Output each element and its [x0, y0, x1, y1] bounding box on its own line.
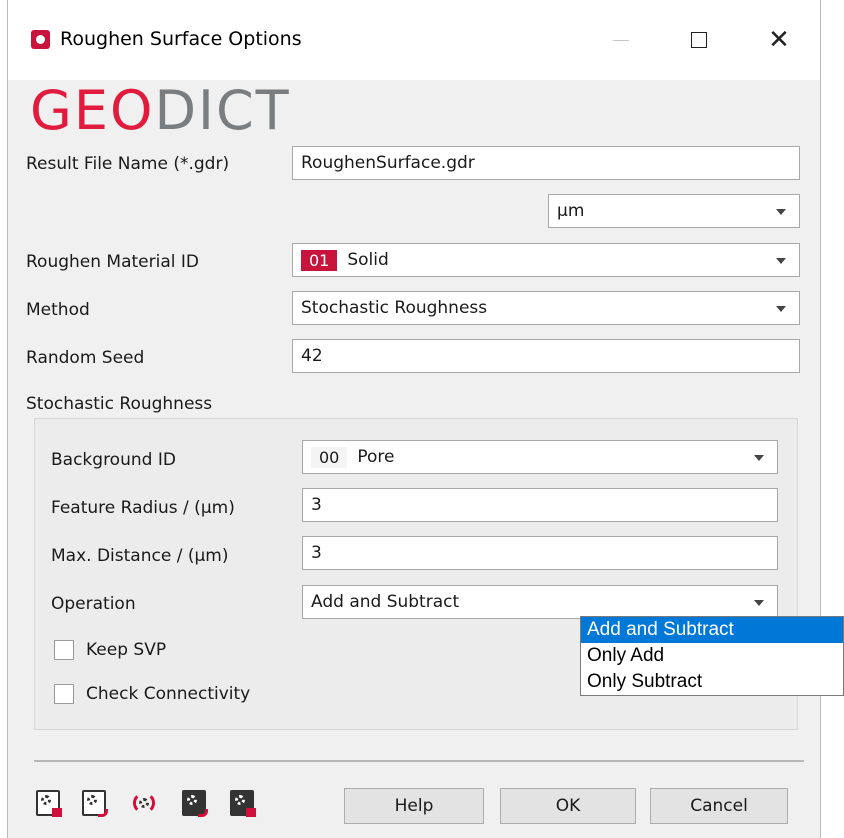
background-id-badge: 00: [311, 446, 348, 468]
geodict-logo: GEODICT: [30, 79, 291, 142]
feature-radius-label: Feature Radius / (µm): [51, 498, 235, 518]
operation-label: Operation: [51, 594, 136, 614]
dark-gear-lock-icon[interactable]: [230, 790, 256, 817]
close-button[interactable]: ✕: [756, 18, 802, 62]
help-button[interactable]: Help: [344, 788, 484, 824]
feature-radius-input[interactable]: 3: [302, 488, 778, 522]
result-file-label: Result File Name (*.gdr): [26, 154, 230, 174]
app-icon: [31, 30, 50, 49]
separator: [34, 760, 804, 762]
maximize-button[interactable]: [676, 18, 722, 62]
cancel-button[interactable]: Cancel: [650, 788, 788, 824]
operation-select[interactable]: Add and Subtract: [302, 585, 778, 619]
minimize-icon: [613, 39, 629, 41]
gear-lock-icon[interactable]: [36, 790, 62, 817]
material-id-label: Roughen Material ID: [26, 252, 199, 272]
max-distance-input[interactable]: 3: [302, 536, 778, 570]
material-id-select[interactable]: 01 Solid: [292, 243, 800, 277]
keep-svp-checkbox[interactable]: [54, 640, 74, 660]
max-distance-label: Max. Distance / (µm): [51, 546, 229, 566]
operation-option-add-subtract[interactable]: Add and Subtract: [581, 617, 843, 643]
unit-select[interactable]: µm: [548, 194, 800, 228]
ok-button[interactable]: OK: [500, 788, 636, 824]
close-icon: ✕: [768, 25, 790, 55]
material-name: Solid: [347, 250, 389, 270]
gear-arrow-icon[interactable]: [82, 790, 108, 817]
operation-option-only-add[interactable]: Only Add: [581, 643, 843, 669]
check-connectivity-label: Check Connectivity: [86, 684, 251, 704]
group-title: Stochastic Roughness: [26, 394, 213, 414]
random-seed-label: Random Seed: [26, 348, 145, 368]
method-label: Method: [26, 300, 90, 320]
method-select[interactable]: Stochastic Roughness: [292, 291, 800, 325]
background-id-label: Background ID: [51, 450, 176, 470]
check-connectivity-checkbox[interactable]: [54, 684, 74, 704]
background-id-select[interactable]: 00 Pore: [302, 440, 778, 474]
window-title: Roughen Surface Options: [60, 28, 302, 50]
minimize-button[interactable]: [598, 18, 644, 62]
operation-dropdown-list: Add and Subtract Only Add Only Subtract: [580, 616, 844, 696]
title-bar: Roughen Surface Options ✕: [8, 0, 820, 80]
random-seed-input[interactable]: 42: [292, 339, 800, 373]
keep-svp-label: Keep SVP: [86, 640, 167, 660]
maximize-icon: [691, 32, 707, 48]
operation-option-only-subtract[interactable]: Only Subtract: [581, 669, 843, 695]
background-name: Pore: [357, 447, 395, 467]
dark-gear-arrow-icon[interactable]: [182, 790, 208, 817]
gear-refresh-icon[interactable]: [132, 790, 156, 816]
dialog-window: Roughen Surface Options ✕ GEODICT Result…: [8, 0, 820, 838]
material-id-badge: 01: [301, 249, 338, 271]
result-file-input[interactable]: RoughenSurface.gdr: [292, 146, 800, 180]
